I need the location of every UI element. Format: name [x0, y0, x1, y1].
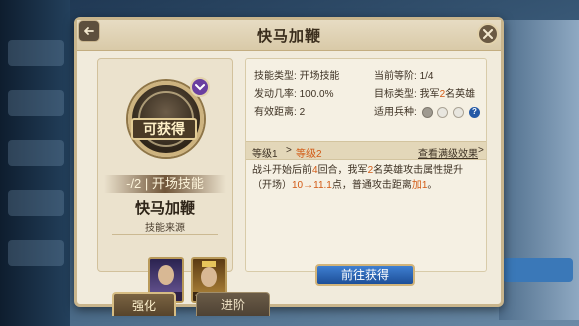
skill-details-panel: 技能类型: 开场技能 当前等阶: 1/4 发动几率: 100.0% 目标类型: … [245, 58, 487, 272]
level-from: 等级1 [252, 149, 278, 160]
effective-range-value: 2 [299, 107, 306, 118]
current-level-label: 当前等阶: [374, 71, 417, 82]
background-side-menu [0, 0, 70, 326]
background-menu-item [8, 140, 64, 166]
back-button[interactable] [78, 20, 100, 42]
desc-value: 10→11.1 [292, 180, 332, 191]
background-menu-item [8, 40, 64, 66]
tab-advance[interactable]: 进阶 [196, 292, 270, 316]
desc-text: 战斗开始后前 [252, 165, 312, 176]
divider [112, 234, 218, 235]
back-arrow-icon [84, 27, 94, 35]
target-type-suffix: 名英雄 [445, 89, 476, 100]
target-type-row: 目标类型: 我军2名英雄 [374, 85, 475, 100]
trigger-rate-label: 发动几率: [254, 89, 297, 100]
trigger-rate-value: 100.0% [299, 89, 334, 100]
cavalry-icon [421, 106, 433, 118]
infantry-icon [437, 106, 449, 118]
current-level-row: 当前等阶: 1/4 [374, 67, 433, 82]
hero-face [158, 265, 174, 285]
close-icon [483, 29, 493, 39]
expand-button[interactable] [190, 77, 210, 97]
tab-enhance[interactable]: 强化 [112, 292, 176, 316]
help-icon[interactable]: ? [468, 106, 480, 118]
obtainable-badge: 可获得 [131, 118, 197, 140]
view-max-level-arrow: > [478, 145, 484, 156]
skill-name: 快马加鞭 [134, 200, 195, 217]
skill-card: 可获得 -/2 | 开场技能 快马加鞭 技能来源 REBO ★★★★ [97, 58, 233, 303]
target-type-label: 目标类型: [374, 89, 417, 100]
skill-description: 战斗开始后前4回合，我军2名英雄攻击属性提升（开场）10→11.1点，普通攻击距… [252, 163, 480, 193]
level-bar: 等级1 > 等级2 查看满级效果 > [246, 141, 486, 160]
skill-dialog: 快马加鞭 可获得 -/2 | 开场技能 快马加鞭 技能来源 REBO ★★★★ [74, 17, 504, 307]
desc-text: 回合，我军 [317, 165, 368, 176]
skill-type-value: 开场技能 [299, 71, 340, 82]
skill-source-label: 技能来源 [145, 223, 185, 234]
trigger-rate-row: 发动几率: 100.0% [254, 85, 333, 100]
go-obtain-button[interactable]: 前往获得 [315, 264, 415, 286]
background-button [503, 258, 573, 282]
level-to: 等级2 [296, 149, 322, 160]
target-type-prefix: 我军 [419, 89, 440, 100]
troop-type-label: 适用兵种: [374, 107, 417, 118]
effective-range-label: 有效距离: [254, 107, 297, 118]
background-menu-item [8, 90, 64, 116]
skill-type-tag: -/2 | 开场技能 [104, 175, 226, 193]
level-arrow: > [286, 145, 292, 156]
background-side-panel [499, 20, 579, 320]
background-menu-item [8, 190, 64, 216]
desc-value: 加1 [411, 180, 428, 191]
desc-text: 。 [427, 180, 438, 191]
hero-face [201, 267, 217, 287]
dialog-header: 快马加鞭 [77, 20, 501, 51]
archer-icon [453, 106, 465, 118]
skill-type-label: 技能类型: [254, 71, 297, 82]
troop-type-row: 适用兵种: ? [374, 103, 480, 118]
desc-text: 点，普通攻击距离 [331, 180, 412, 191]
skill-type-row: 技能类型: 开场技能 [254, 67, 340, 82]
view-max-level-link[interactable]: 查看满级效果 [418, 145, 478, 160]
close-button[interactable] [477, 23, 499, 45]
background-menu-item [8, 240, 64, 266]
chevron-down-icon [195, 84, 205, 91]
effective-range-row: 有效距离: 2 [254, 103, 305, 118]
dialog-title: 快马加鞭 [256, 27, 321, 45]
current-level-value: 1/4 [419, 71, 434, 82]
